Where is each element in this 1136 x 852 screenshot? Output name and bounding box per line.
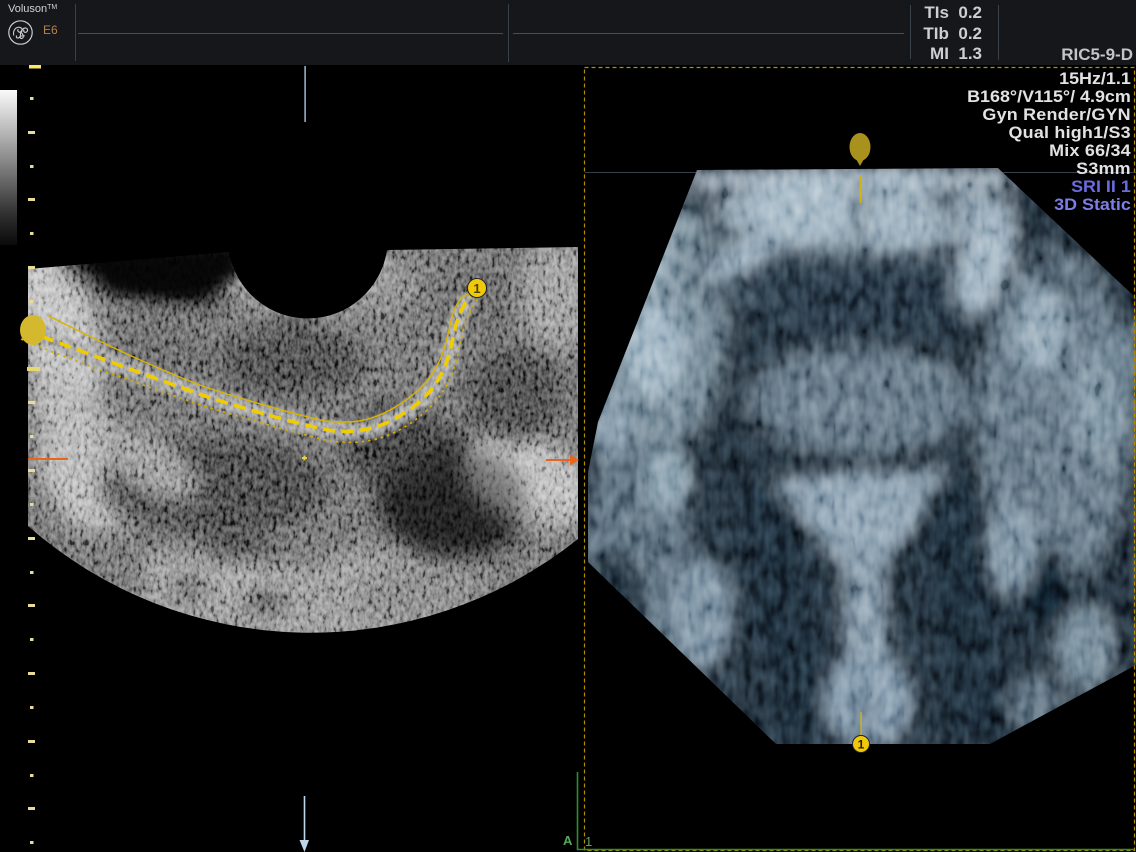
svg-text:1: 1 <box>473 281 480 296</box>
svg-text:1: 1 <box>858 738 865 752</box>
